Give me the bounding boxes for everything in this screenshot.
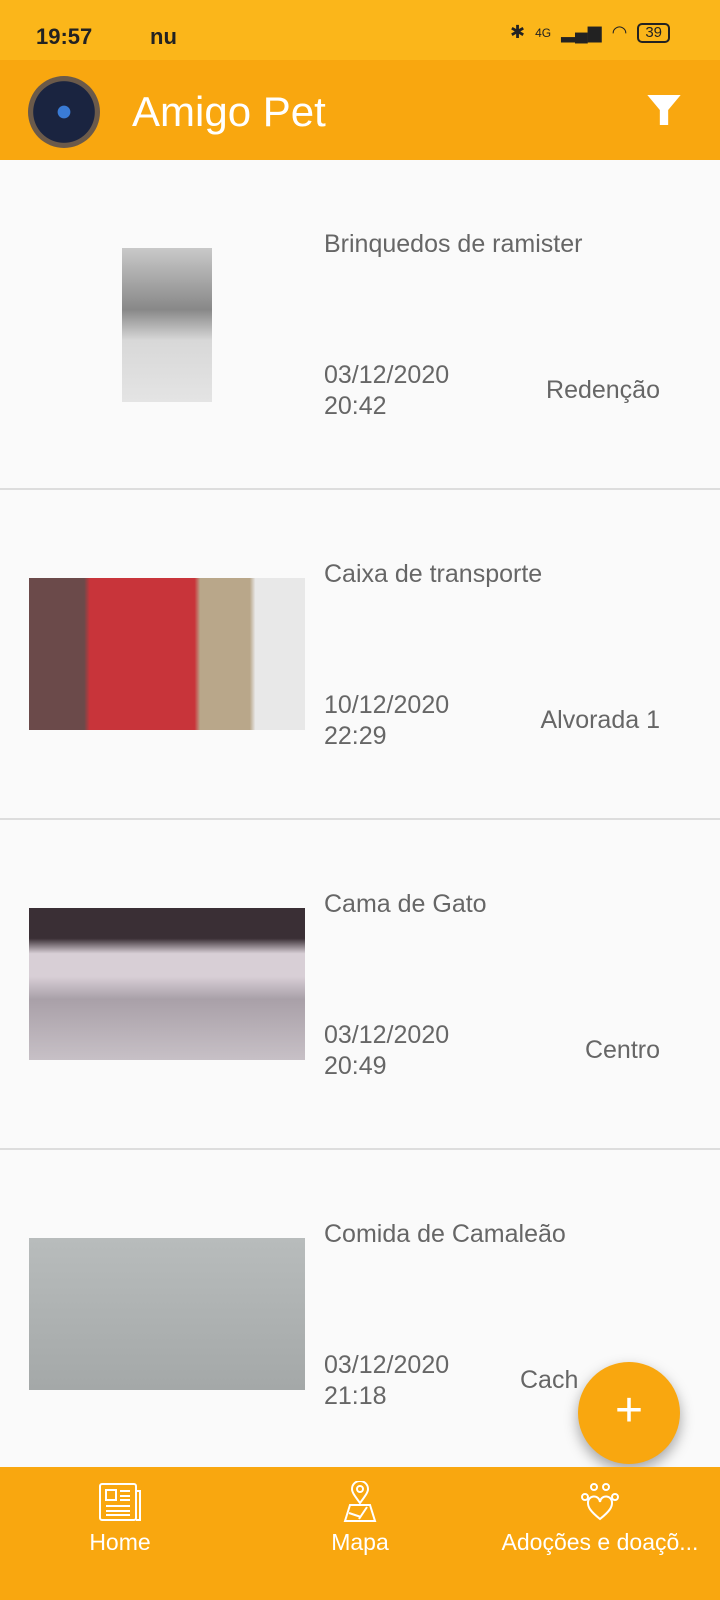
status-time: 19:57	[36, 24, 93, 49]
list-item[interactable]: Cama de Gato 03/12/2020 20:49 Centro	[0, 820, 720, 1150]
item-name: Caixa de transporte	[324, 560, 543, 588]
list-item[interactable]: Brinquedos de ramister 03/12/2020 20:42 R…	[0, 160, 720, 490]
list-item[interactable]: Caixa de transporte 10/12/2020 22:29 Alvo…	[0, 490, 720, 820]
item-time: 20:42	[324, 392, 387, 420]
paw-heart-icon	[581, 1483, 619, 1521]
tab-label: Mapa	[331, 1529, 389, 1555]
item-photo	[29, 578, 305, 730]
item-time: 21:18	[324, 1382, 387, 1410]
add-button[interactable]: +	[578, 1362, 680, 1464]
item-date: 03/12/2020	[324, 361, 450, 389]
item-datetime: 10/12/2020 22:29	[324, 690, 449, 752]
item-time: 22:29	[324, 722, 387, 750]
item-location: Cach	[520, 1366, 579, 1394]
newspaper-icon	[99, 1483, 141, 1521]
item-datetime: 03/12/2020 20:42	[324, 360, 449, 422]
avatar[interactable]	[28, 76, 100, 148]
bluetooth-icon: ✱	[510, 22, 526, 42]
item-photo	[29, 1238, 305, 1390]
carrier-label: nu	[150, 24, 177, 49]
map-pin-icon	[343, 1481, 377, 1522]
wifi-icon: ◠	[611, 22, 628, 42]
item-date: 03/12/2020	[324, 1021, 450, 1049]
page-title: Amigo Pet	[132, 88, 326, 135]
item-location: Redenção	[546, 376, 660, 404]
item-name: Comida de Camaleão	[324, 1220, 566, 1248]
filter-icon[interactable]	[644, 90, 684, 130]
battery-indicator: 39	[637, 22, 670, 43]
tab-label: Adoções e doaçõ...	[501, 1529, 699, 1555]
status-bar: 19:57 nu ✱ 4G ▂▄▆ ◠ 39	[0, 0, 720, 60]
tab-home[interactable]: Home	[0, 1467, 240, 1600]
item-name: Cama de Gato	[324, 890, 487, 918]
network-label: 4G	[535, 25, 552, 40]
item-photo	[29, 908, 305, 1060]
item-time: 20:49	[324, 1052, 387, 1080]
tab-adocoes[interactable]: Adoções e doaçõ...	[480, 1467, 720, 1600]
item-date: 10/12/2020	[324, 691, 450, 719]
bottom-nav: Home Mapa Adoções e doaçõ...	[0, 1467, 720, 1600]
item-name: Brinquedos de ramister	[324, 230, 583, 258]
signal-icon: ▂▄▆	[561, 22, 602, 42]
item-photo	[122, 248, 212, 402]
item-location: Alvorada 1	[540, 706, 660, 734]
item-list: Brinquedos de ramister 03/12/2020 20:42 R…	[0, 160, 720, 1480]
tab-mapa[interactable]: Mapa	[240, 1467, 480, 1600]
app-bar: Amigo Pet	[0, 60, 720, 160]
item-datetime: 03/12/2020 21:18	[324, 1350, 449, 1412]
item-date: 03/12/2020	[324, 1351, 450, 1379]
item-datetime: 03/12/2020 20:49	[324, 1020, 449, 1082]
item-location: Centro	[584, 1036, 660, 1064]
tab-label: Home	[89, 1529, 151, 1555]
